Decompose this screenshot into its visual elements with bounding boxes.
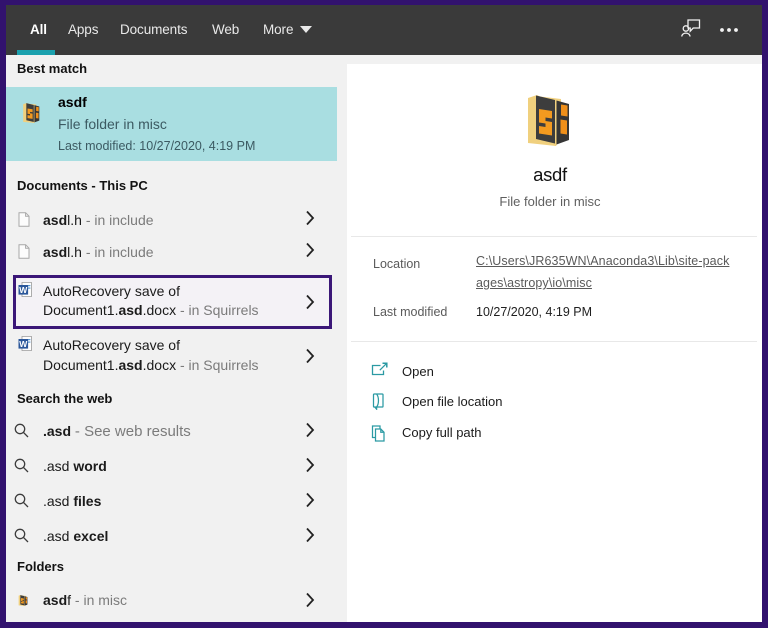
svg-text:W: W xyxy=(19,339,28,349)
svg-text:W: W xyxy=(19,285,28,295)
